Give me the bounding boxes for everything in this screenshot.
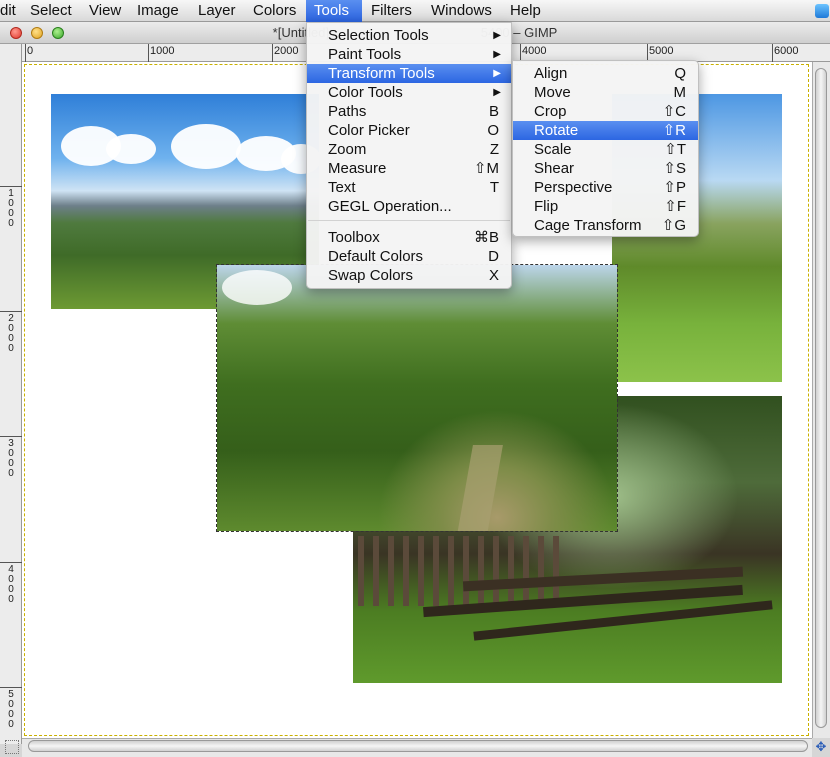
menu-item-transform-tools[interactable]: Transform Tools ▶ [307,64,511,83]
menu-item-paths[interactable]: Paths B [307,102,511,121]
menu-item-text[interactable]: Text T [307,178,511,197]
menu-select[interactable]: Select [22,0,80,22]
ruler-label: 1000 [150,45,175,57]
ruler-label: 2000 [274,45,299,57]
ruler-label: 2000 [8,313,14,354]
quick-mask-icon[interactable] [5,740,19,754]
menu-item-perspective[interactable]: Perspective ⇧P [513,178,698,197]
navigate-icon[interactable]: ✥ [814,740,828,754]
menu-edit[interactable]: dit [0,0,24,22]
menu-item-color-tools[interactable]: Color Tools ▶ [307,83,511,102]
menu-filters[interactable]: Filters [363,0,420,22]
gimp-window: dit Select View Image Layer Colors Tools… [0,0,830,757]
menu-item-align[interactable]: Align Q [513,64,698,83]
ruler-label: 5000 [8,689,14,730]
menu-item-rotate[interactable]: Rotate ⇧R [513,121,698,140]
vertical-scroll-thumb[interactable] [815,68,827,728]
menu-item-shear[interactable]: Shear ⇧S [513,159,698,178]
ruler-label: 4000 [522,45,547,57]
menu-help[interactable]: Help [502,0,549,22]
menu-item-swap-colors[interactable]: Swap Colors X [307,266,511,285]
zoom-icon[interactable] [52,27,64,39]
vertical-ruler[interactable]: 1000 2000 3000 4000 5000 [0,44,22,744]
menu-colors[interactable]: Colors [245,0,304,22]
menu-image[interactable]: Image [129,0,187,22]
menu-item-selection-tools[interactable]: Selection Tools ▶ [307,26,511,45]
menu-tools[interactable]: Tools [306,0,362,22]
ruler-label: 3000 [8,438,14,479]
menu-item-flip[interactable]: Flip ⇧F [513,197,698,216]
menu-item-scale[interactable]: Scale ⇧T [513,140,698,159]
menu-layer[interactable]: Layer [190,0,244,22]
menu-separator [308,220,510,221]
close-icon[interactable] [10,27,22,39]
layer-selection-border [216,264,618,532]
transform-tools-submenu: Align Q Move M Crop ⇧C Rotate ⇧R Scale ⇧T She… [512,60,699,237]
ruler-label: 6000 [774,45,799,57]
menu-view[interactable]: View [81,0,129,22]
menu-item-zoom[interactable]: Zoom Z [307,140,511,159]
ruler-label: 1000 [8,188,14,229]
ruler-label: 5000 [649,45,674,57]
menu-item-paint-tools[interactable]: Paint Tools ▶ [307,45,511,64]
minimize-icon[interactable] [31,27,43,39]
menu-item-gegl-operation[interactable]: GEGL Operation... [307,197,511,216]
ruler-label: 0 [27,45,34,57]
horizontal-scroll-thumb[interactable] [28,740,808,752]
menu-item-measure[interactable]: Measure ⇧M [307,159,511,178]
ruler-label: 4000 [8,564,14,605]
menu-item-crop[interactable]: Crop ⇧C [513,102,698,121]
tools-menu: Selection Tools ▶ Paint Tools ▶ Transform … [306,22,512,289]
menu-item-color-picker[interactable]: Color Picker O [307,121,511,140]
menu-item-toolbox[interactable]: Toolbox ⌘B [307,228,511,247]
menu-item-default-colors[interactable]: Default Colors D [307,247,511,266]
menu-bar: dit Select View Image Layer Colors Tools… [0,0,830,22]
menu-windows[interactable]: Windows [423,0,500,22]
dropbox-status-icon[interactable] [815,4,829,18]
menu-item-cage-transform[interactable]: Cage Transform ⇧G [513,216,698,235]
menu-item-move[interactable]: Move M [513,83,698,102]
